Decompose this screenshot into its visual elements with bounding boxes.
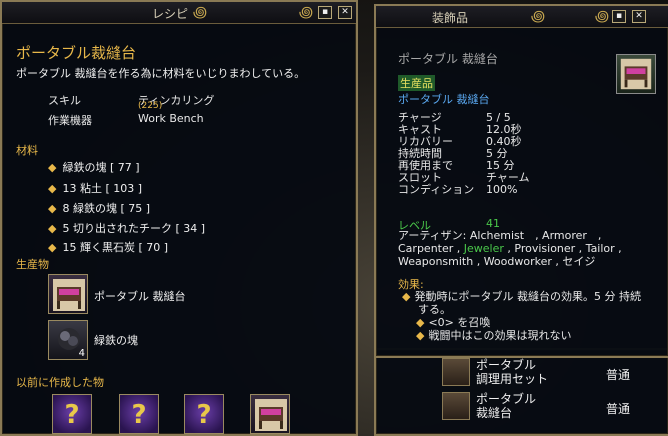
- list-item-name-2: 裁縫台: [476, 406, 513, 420]
- unknown-item-slot[interactable]: ?: [119, 394, 159, 434]
- bullet-icon: ◆: [48, 182, 57, 195]
- product-quantity: 4: [78, 348, 85, 359]
- effect-line: ◆ 発動時にポータブル 裁縫台の効果。5 分 持続: [402, 290, 641, 303]
- skill-label: スキル: [48, 94, 81, 107]
- artisan-line: Carpenter , Jeweler , Provisioner , Tail…: [398, 242, 622, 255]
- artisan-line: Weaponsmith , Woodworker , セイジ: [398, 255, 596, 268]
- minimize-button[interactable]: ▪: [318, 6, 332, 19]
- recipe-titlebar[interactable]: レシピ ꩜ ꩜ ▪ ✕: [2, 2, 356, 24]
- effect-subline: ◆ <0> を召喚: [416, 316, 491, 329]
- sewing-table-icon: [442, 392, 470, 420]
- recipe-window-title: レシピ: [152, 7, 189, 21]
- material-item: ◆ 13 粘土 [ 103 ]: [48, 182, 143, 195]
- unknown-item-slot[interactable]: ?: [184, 394, 224, 434]
- effect-line: する。: [418, 303, 451, 316]
- previous-header: 以前に作成した物: [16, 376, 104, 389]
- list-item-grade: 普通: [606, 402, 631, 416]
- bullet-icon: ◆: [416, 316, 425, 329]
- stat-value: 100%: [486, 183, 518, 196]
- materials-header: 材料: [16, 144, 38, 157]
- product-name: 緑鉄の塊: [94, 334, 138, 347]
- list-item[interactable]: ポータブル 調理用セット 普通: [442, 356, 668, 390]
- minimize-button[interactable]: ▪: [612, 10, 626, 23]
- list-item-name-1: ポータブル: [476, 392, 537, 406]
- tooltip-titlebar[interactable]: 装飾品 ꩜ ꩜ ▪ ✕: [376, 6, 668, 28]
- artisan-line: アーティザン: Alchemist , Armorer ,: [398, 229, 602, 242]
- sewing-table-icon: [616, 54, 656, 94]
- tooltip-subtitle: ポータブル 裁縫台: [398, 93, 490, 106]
- unknown-item-slot[interactable]: ?: [52, 394, 92, 434]
- list-item[interactable]: ポータブル 裁縫台 普通: [442, 390, 668, 424]
- list-item-name-2: 調理用セット: [476, 372, 549, 386]
- ornament-icon: ꩜: [192, 3, 208, 21]
- ornament-icon: ꩜: [594, 7, 610, 25]
- recipe-item-name: ポータブル裁縫台: [16, 44, 137, 62]
- material-item: ◆ 15 輝く黒石炭 [ 70 ]: [48, 241, 169, 254]
- tooltip-window-title: 装飾品: [432, 11, 469, 25]
- sewing-table-icon[interactable]: [48, 274, 88, 314]
- crafted-badge: 生産品: [398, 75, 435, 91]
- bullet-icon: ◆: [402, 290, 411, 303]
- bullet-icon: ◆: [416, 329, 425, 342]
- skill-level: (225): [138, 101, 163, 111]
- close-button[interactable]: ✕: [338, 6, 352, 19]
- effect-subline: ◆ 戦闘中はこの効果は現れない: [416, 329, 572, 342]
- bullet-icon: ◆: [48, 222, 57, 235]
- tradeskill-list-window: ポータブル 調理用セット 普通 ポータブル 裁縫台 普通: [374, 348, 668, 436]
- recipe-window: レシピ ꩜ ꩜ ▪ ✕ ポータブル裁縫台 ポータブル 裁縫台を作る為に材料をいじ…: [0, 0, 358, 436]
- list-item-grade: 普通: [606, 368, 631, 382]
- tooltip-item-name: ポータブル 裁縫台: [398, 52, 498, 66]
- sewing-table-icon[interactable]: [250, 394, 290, 434]
- products-header: 生産物: [16, 258, 49, 271]
- class-highlight: Jeweler: [460, 242, 508, 255]
- list-item-name-1: ポータブル: [476, 358, 537, 372]
- product-name: ポータブル 裁縫台: [94, 290, 186, 303]
- station-label: 作業機器: [48, 114, 92, 127]
- cooking-kit-icon: [442, 358, 470, 386]
- item-tooltip-window: 装飾品 ꩜ ꩜ ▪ ✕ ポータブル 裁縫台 生産品 ポータブル 裁縫台 チャージ…: [374, 4, 668, 358]
- iron-cluster-icon[interactable]: 4: [48, 320, 88, 360]
- ornament-icon: ꩜: [298, 3, 314, 21]
- material-item: ◆ 8 緑鉄の塊 [ 75 ]: [48, 202, 151, 215]
- recipe-description: ポータブル 裁縫台を作る為に材料をいじりまわしている。: [16, 67, 306, 80]
- bullet-icon: ◆: [48, 241, 57, 254]
- close-button[interactable]: ✕: [632, 10, 646, 23]
- material-item: ◆ 5 切り出されたチーク [ 34 ]: [48, 222, 206, 235]
- bullet-icon: ◆: [48, 202, 57, 215]
- bullet-icon: ◆: [48, 161, 57, 174]
- ornament-icon: ꩜: [530, 7, 546, 25]
- material-item: ◆ 緑鉄の塊 [ 77 ]: [48, 161, 140, 174]
- station-value: Work Bench: [138, 112, 204, 125]
- stat-label: コンディション: [398, 183, 475, 196]
